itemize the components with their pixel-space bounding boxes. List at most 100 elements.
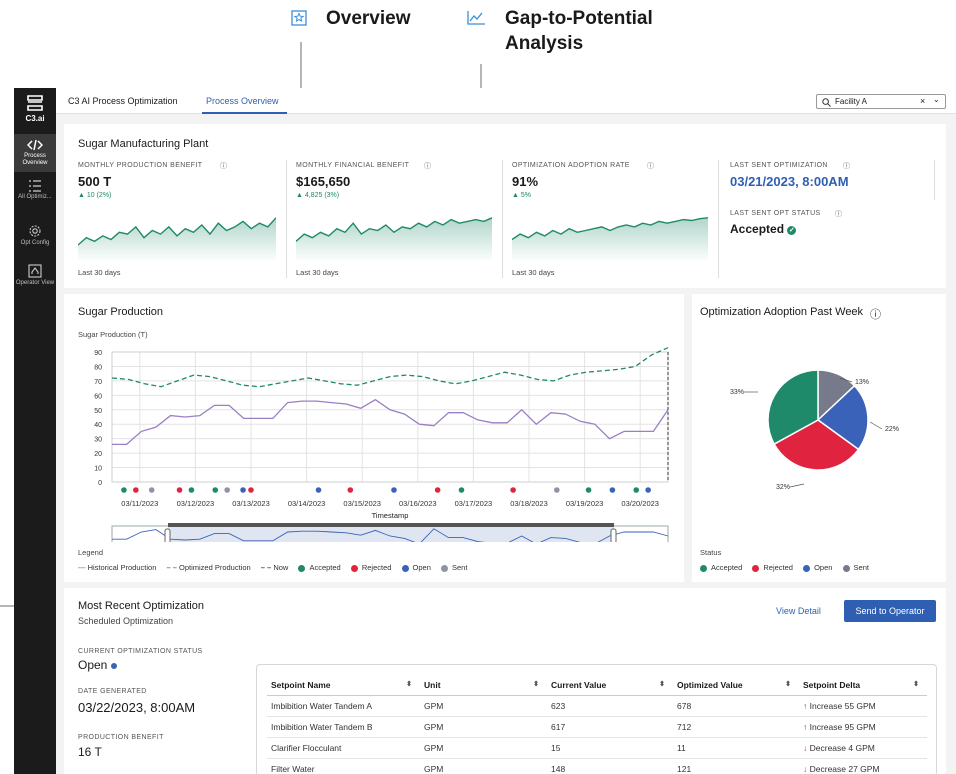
- event-marker: [347, 487, 354, 493]
- kpi-value: 500 T: [78, 174, 112, 189]
- app-name: C3 AI Process Optimization: [68, 96, 178, 106]
- range-handle: [610, 528, 617, 542]
- legend-accepted: Accepted: [700, 563, 742, 572]
- legend-historical: — Historical Production: [78, 563, 157, 572]
- y-tick-label: 70: [94, 379, 102, 386]
- event-marker: [248, 487, 254, 493]
- benefit-value: 16 T: [78, 745, 102, 759]
- kpi-footer: Last 30 days: [512, 268, 555, 277]
- sidebar-item-operator-view[interactable]: Operator View: [14, 264, 56, 296]
- x-tick-label: 03/20/2023: [621, 499, 659, 508]
- column-header[interactable]: Unit ⬍: [420, 675, 547, 696]
- range-handle: [164, 528, 171, 542]
- pie-label: 33%: [730, 389, 744, 396]
- sparkline-area: [512, 217, 708, 260]
- info-icon[interactable]: ⓘ: [647, 161, 654, 171]
- event-marker: [315, 487, 322, 493]
- app-area: C3 AI Process Optimization Process Overv…: [56, 88, 956, 774]
- y-tick-label: 50: [94, 408, 102, 415]
- legend-rejected: Rejected: [752, 563, 793, 572]
- send-to-operator-button[interactable]: Send to Operator: [844, 600, 936, 622]
- info-icon[interactable]: ⓘ: [424, 161, 431, 171]
- event-marker: [224, 487, 230, 493]
- divider: [502, 160, 503, 278]
- column-header[interactable]: Current Value ⬍: [547, 675, 673, 696]
- x-axis-label: Timestamp: [372, 511, 409, 520]
- x-tick-label: 03/18/2023: [510, 499, 548, 508]
- production-card: Sugar Production Sugar Production (T) 0 1…: [64, 294, 684, 582]
- event-marker: [240, 487, 246, 493]
- sort-icon: ⬍: [913, 680, 919, 688]
- kpi-delta: ▲ 4,825 (3%): [296, 192, 340, 199]
- legend-open: Open: [803, 563, 832, 572]
- sidebar-item-all-optimizations[interactable]: All Optimiz...: [14, 180, 56, 214]
- y-tick-label: 30: [94, 437, 102, 444]
- chevron-down-icon[interactable]: ⌄: [933, 95, 940, 104]
- range-bar: [168, 523, 614, 527]
- pie-label: 13%: [855, 379, 869, 386]
- event-marker: [609, 487, 616, 493]
- event-marker: [585, 487, 592, 493]
- line-chart-icon: [467, 11, 485, 25]
- divider: [286, 160, 287, 278]
- event-marker: [391, 487, 397, 493]
- recent-title: Most Recent Optimization: [78, 600, 204, 612]
- pie-label: 22%: [885, 426, 899, 433]
- column-header[interactable]: Setpoint Delta ⬍: [799, 675, 927, 696]
- event-marker: [633, 487, 640, 493]
- last-sent-label: LAST SENT OPTIMIZATION: [730, 162, 828, 169]
- table-row[interactable]: Filter Water GPM 148 121 ↓ Decrease 27 GPM: [267, 758, 927, 774]
- legend-now: – – Now: [260, 563, 289, 572]
- table-row[interactable]: Imbibition Water Tandem A GPM 623 678 ↑ Incr…: [267, 695, 927, 717]
- x-tick-label: 03/11/2023: [121, 499, 158, 508]
- legend-sent: Sent: [440, 563, 467, 572]
- last-sent-value[interactable]: 03/21/2023, 8:00AM: [730, 174, 849, 189]
- info-icon[interactable]: ⓘ: [870, 306, 881, 322]
- info-icon[interactable]: ⓘ: [843, 161, 850, 171]
- setpoint-table: Setpoint Name ⬍ Unit ⬍ Current Value ⬍ Opti…: [267, 675, 927, 774]
- kpi-footer: Last 30 days: [296, 268, 339, 277]
- event-marker: [510, 487, 516, 493]
- date-value: 03/22/2023, 8:00AM: [78, 700, 196, 715]
- adoption-legend: Accepted Rejected Open Sent: [700, 563, 877, 572]
- sidebar-item-label: Operator View: [15, 280, 55, 286]
- column-header[interactable]: Optimized Value ⬍: [673, 675, 799, 696]
- sidebar-item-label: All Optimiz...: [18, 194, 52, 200]
- info-icon[interactable]: ⓘ: [835, 209, 842, 219]
- c3-logo[interactable]: C3.ai: [14, 94, 56, 123]
- sidebar-item-opt-config[interactable]: Opt Config: [14, 224, 56, 256]
- operator-icon: [28, 264, 42, 278]
- plant-card: Sugar Manufacturing Plant MONTHLY PRODUC…: [64, 124, 946, 288]
- legend-sent: Sent: [842, 563, 869, 572]
- clear-icon[interactable]: ×: [920, 96, 925, 106]
- legend-optimized: – – Optimized Production: [166, 563, 251, 572]
- info-icon[interactable]: ⓘ: [220, 161, 227, 171]
- table-row[interactable]: Clarifier Flocculant GPM 15 11 ↓ Decrease 4 …: [267, 737, 927, 759]
- sort-icon: ⬍: [785, 680, 791, 688]
- x-tick-label: 03/19/2023: [566, 499, 604, 508]
- annotation-overview: Overview: [326, 8, 411, 29]
- x-tick-label: 03/14/2023: [288, 499, 326, 508]
- benefit-label: PRODUCTION BENEFIT: [78, 734, 164, 741]
- arrow-up-icon: ↑: [803, 721, 808, 732]
- status-label: LAST SENT OPT STATUS: [730, 210, 821, 217]
- sidebar-item-process-overview[interactable]: Process Overview: [14, 134, 56, 172]
- x-tick-label: 03/12/2023: [177, 499, 215, 508]
- facility-select[interactable]: Facility A × ⌄: [816, 94, 946, 109]
- view-detail-link[interactable]: View Detail: [776, 606, 821, 616]
- event-marker: [458, 487, 465, 493]
- status-value: Accepted ✓: [730, 222, 797, 236]
- search-icon: [822, 98, 831, 107]
- tab-process-overview[interactable]: Process Overview: [206, 96, 279, 106]
- event-marker: [176, 487, 183, 493]
- event-marker: [148, 487, 155, 493]
- arrow-down-icon: ↓: [803, 763, 808, 774]
- column-header[interactable]: Setpoint Name ⬍: [267, 675, 420, 696]
- kpi-label: MONTHLY FINANCIAL BENEFIT: [296, 162, 410, 169]
- annotation-gap-line2: Analysis: [505, 33, 584, 54]
- y-tick-label: 40: [94, 422, 102, 429]
- plant-title: Sugar Manufacturing Plant: [78, 138, 209, 150]
- table-row[interactable]: Imbibition Water Tandem B GPM 617 712 ↑ Incr…: [267, 716, 927, 738]
- kpi-label: MONTHLY PRODUCTION BENEFIT: [78, 162, 203, 169]
- sidebar-item-label: Process Overview: [22, 153, 48, 166]
